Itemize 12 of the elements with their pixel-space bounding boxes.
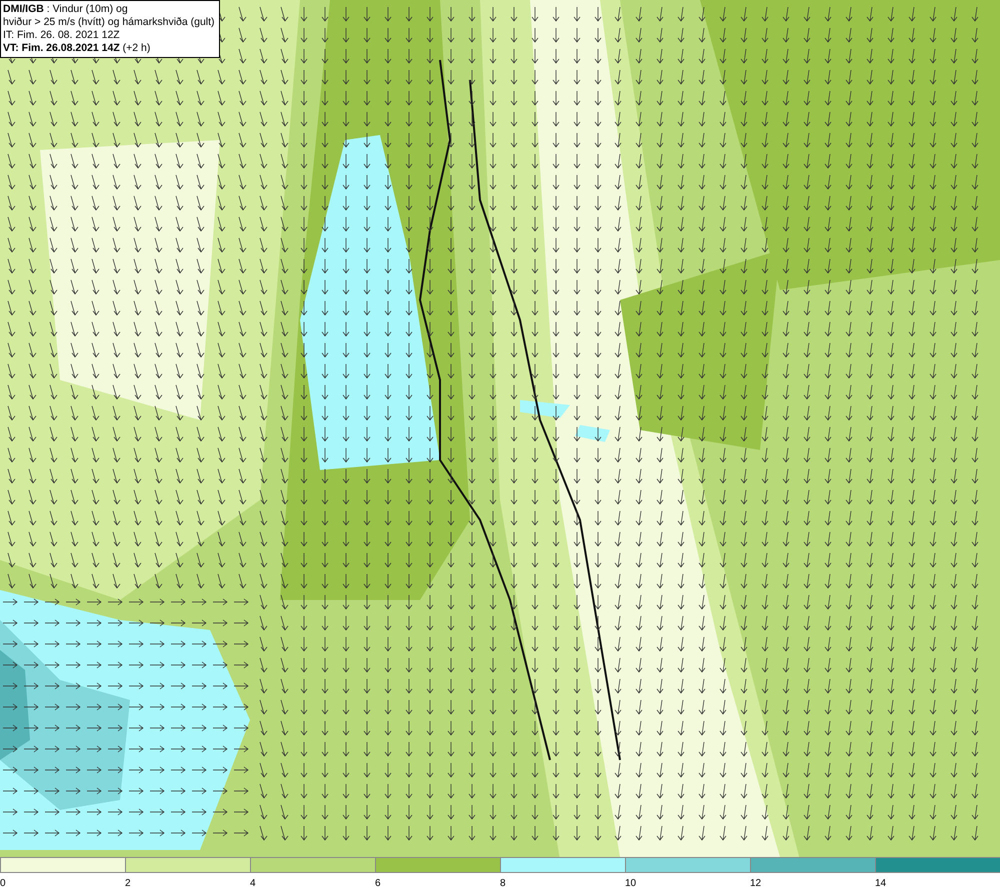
- legend-label: 14: [875, 878, 886, 887]
- legend-label: 2: [125, 878, 131, 887]
- legend-label: 8: [500, 878, 506, 887]
- title-line: hviður > 25 m/s (hvítt) og hámarkshviða (gult): [3, 16, 215, 29]
- legend-label: 6: [375, 878, 381, 887]
- legend-label: 10: [625, 878, 636, 887]
- legend-label: 4: [250, 878, 256, 887]
- title-line: VT: Fim. 26.08.2021 14Z (+2 h): [3, 42, 152, 55]
- legend-label: 12: [750, 878, 762, 887]
- title-line: DMI/IGB : Vindur (10m) og: [3, 3, 129, 16]
- legend-label: 0: [0, 878, 6, 887]
- title-line: IT: Fim. 26. 08. 2021 12Z: [3, 29, 121, 42]
